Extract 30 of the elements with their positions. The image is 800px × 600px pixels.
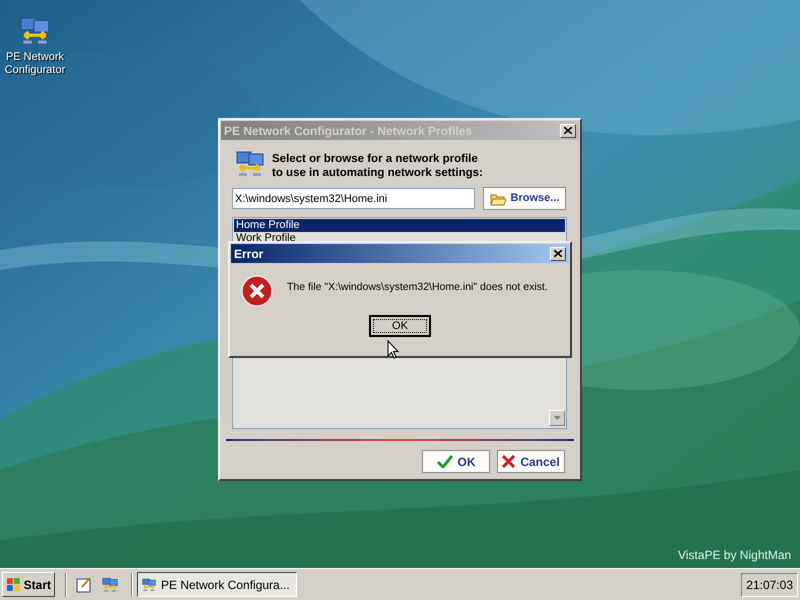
error-icon: [241, 275, 273, 307]
profile-item[interactable]: Home Profile: [234, 219, 565, 232]
notepad-icon[interactable]: [75, 576, 93, 594]
ok-button[interactable]: OK: [422, 450, 490, 473]
wallpaper-caption: VistaPE by NightMan: [678, 547, 792, 564]
cancel-button[interactable]: Cancel: [497, 450, 565, 473]
start-button[interactable]: Start: [2, 572, 55, 597]
taskbar-task-button[interactable]: PE Network Configura...: [137, 572, 297, 597]
windows-logo-icon: [6, 576, 22, 592]
window-title: Error: [234, 246, 264, 262]
desktop-icon-label[interactable]: PE Network Configurator: [0, 51, 70, 77]
clock: 21:07:03: [741, 572, 798, 596]
close-button[interactable]: [550, 246, 566, 260]
instruction-text: Select or browse for a network profile to use in automating network settings:: [272, 152, 483, 180]
network-computers-icon: [101, 576, 119, 594]
x-icon: [502, 455, 516, 468]
scroll-down-button[interactable]: [549, 410, 565, 426]
check-icon: [436, 455, 452, 468]
close-icon: [564, 127, 572, 134]
ok-button[interactable]: OK: [369, 315, 431, 337]
profile-item[interactable]: Work Profile: [234, 232, 565, 245]
folder-icon: [490, 192, 506, 206]
network-computers-icon: [141, 576, 157, 592]
browse-button[interactable]: Browse...: [483, 187, 566, 210]
mouse-cursor-icon: [387, 340, 399, 359]
error-message: The file "X:\windows\system32\Home.ini" does not exist.: [287, 280, 548, 295]
down-arrow-icon: [554, 416, 560, 420]
close-button[interactable]: [560, 124, 576, 138]
close-icon: [554, 250, 562, 257]
path-field[interactable]: X:\windows\system32\Home.ini: [232, 188, 475, 209]
